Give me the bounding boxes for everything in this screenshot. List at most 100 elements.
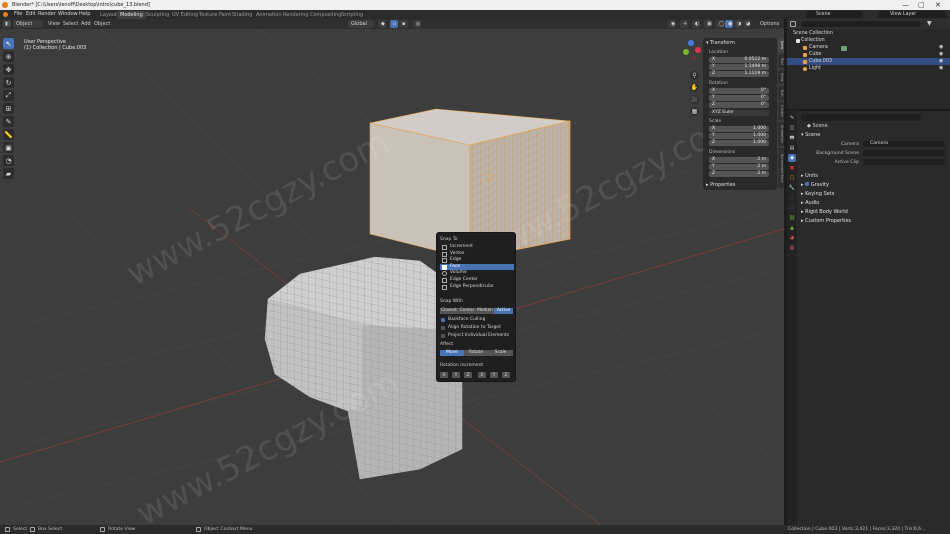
- outliner-item-collection[interactable]: Collection: [787, 37, 950, 44]
- snap-toggle-icon[interactable]: ⌂: [390, 20, 398, 28]
- outliner-scene-collection[interactable]: Scene Collection: [787, 30, 950, 37]
- gizmo-y-axis[interactable]: [683, 49, 689, 55]
- rotate-tool-icon[interactable]: ↻: [3, 77, 14, 88]
- visibility-eye-icon[interactable]: ◉: [939, 58, 943, 65]
- snap-to-edge-perpendicular[interactable]: Edge Perpendicular: [440, 284, 514, 291]
- shading-solid-icon[interactable]: ●: [725, 20, 733, 28]
- constraints-tab-icon[interactable]: ⛓: [788, 214, 796, 222]
- rotation-z-field[interactable]: Z 0°: [709, 102, 769, 108]
- snap-to-edge[interactable]: Edge: [440, 257, 514, 264]
- cursor-tool-icon[interactable]: ⊕: [3, 51, 14, 62]
- affect-rotate[interactable]: Rotate: [464, 350, 488, 356]
- properties-search-input[interactable]: [801, 114, 921, 121]
- visibility-eye-icon[interactable]: ◉: [939, 51, 943, 58]
- visibility-eye-icon[interactable]: ◉: [939, 44, 943, 51]
- minimize-button[interactable]: —: [902, 1, 909, 9]
- filter-icon[interactable]: ▼: [927, 20, 932, 27]
- tab-view[interactable]: View: [778, 70, 784, 84]
- scale-tool-icon[interactable]: ⤢: [3, 90, 14, 101]
- camera-view-icon[interactable]: 🎥: [690, 95, 699, 104]
- workspace-tab-modeling[interactable]: Modeling: [117, 11, 146, 19]
- snap-menu-icon[interactable]: ▪: [399, 20, 408, 28]
- constraint-z-button[interactable]: Z: [464, 372, 472, 378]
- transform-tool-icon[interactable]: ⊞: [3, 103, 14, 114]
- location-z-field[interactable]: Z 1.1119 m: [709, 71, 769, 77]
- maximize-button[interactable]: ▢: [918, 1, 925, 9]
- particles-tab-icon[interactable]: ∴: [788, 194, 796, 202]
- options-dropdown[interactable]: Options: [760, 20, 779, 28]
- outliner-item-camera[interactable]: Camera ◉: [787, 44, 950, 51]
- workspace-tab-sculpting[interactable]: Sculpting: [143, 11, 172, 19]
- rotation-mode-dropdown[interactable]: XYZ Euler: [709, 110, 769, 116]
- pivot-icon[interactable]: ◆: [378, 20, 386, 28]
- modifier-tab-icon[interactable]: 🔧: [788, 184, 796, 192]
- outliner-editor-icon[interactable]: [790, 21, 796, 27]
- spin-tool-icon[interactable]: ◔: [3, 155, 14, 166]
- tab-animation[interactable]: Animation: [778, 122, 784, 146]
- add-cube-tool-icon[interactable]: ▣: [3, 142, 14, 153]
- scene-selector[interactable]: Scene: [806, 11, 862, 18]
- constraint-y-button[interactable]: Y: [452, 372, 460, 378]
- tab-edit[interactable]: Edit: [778, 86, 784, 100]
- transform-section-header[interactable]: ▾ Transform: [706, 40, 735, 46]
- shading-wireframe-icon[interactable]: ◯: [716, 20, 725, 28]
- location-y-field[interactable]: Y 1.1498 m: [709, 64, 769, 70]
- project-individual-checkbox[interactable]: Project Individual Elements: [441, 333, 509, 339]
- menu-select[interactable]: Select: [63, 20, 78, 28]
- scene-tab-icon[interactable]: ◆: [788, 154, 796, 162]
- tool-tab-icon[interactable]: ✎: [788, 114, 796, 122]
- gizmo-x-axis[interactable]: [695, 47, 701, 53]
- rotation-x-field[interactable]: X 0°: [709, 88, 769, 94]
- scale-x-field[interactable]: X 1.000: [709, 126, 769, 132]
- outliner-item-cube[interactable]: Cube ◉: [787, 51, 950, 58]
- shear-tool-icon[interactable]: ▰: [3, 168, 14, 179]
- overlays-icon[interactable]: ◐: [692, 20, 700, 28]
- workspace-tab-shading[interactable]: Shading: [229, 11, 255, 19]
- keying-sets-section-header[interactable]: ▸ Keying Sets: [801, 191, 834, 197]
- visibility-icon[interactable]: ◉: [668, 20, 676, 28]
- gizmo-z-axis[interactable]: [688, 40, 694, 46]
- blender-menu-icon[interactable]: [3, 12, 8, 17]
- affect-scale[interactable]: Scale: [488, 350, 513, 356]
- shading-material-icon[interactable]: ◑: [734, 20, 742, 28]
- snap-to-volume[interactable]: Volume: [440, 270, 514, 277]
- camera-field[interactable]: Camera: [863, 141, 945, 147]
- snap-to-increment[interactable]: Increment: [440, 244, 514, 251]
- constraint-y2-button[interactable]: Y: [490, 372, 498, 378]
- menu-help[interactable]: Help: [76, 11, 93, 18]
- editor-type-icon[interactable]: ◧: [2, 20, 11, 28]
- outliner-search-input[interactable]: [801, 21, 921, 27]
- data-tab-icon[interactable]: ▲: [788, 224, 796, 232]
- snap-to-edge-center[interactable]: Edge Center: [440, 277, 514, 284]
- zoom-icon[interactable]: ⚲: [690, 71, 699, 80]
- shading-rendered-icon[interactable]: ◕: [743, 20, 751, 28]
- annotate-tool-icon[interactable]: ✎: [3, 116, 14, 127]
- workspace-tab-scripting[interactable]: Scripting: [338, 11, 366, 19]
- view-layer-selector[interactable]: View Layer: [878, 11, 946, 18]
- close-button[interactable]: ✕: [935, 1, 941, 9]
- mode-dropdown[interactable]: Object Mode: [13, 20, 43, 35]
- constraint-x-button[interactable]: X: [440, 372, 448, 378]
- tab-item[interactable]: Item: [778, 38, 784, 52]
- dimensions-y-field[interactable]: Y 2 m: [709, 164, 769, 170]
- properties-section-header[interactable]: ▸ Properties: [706, 182, 735, 188]
- render-tab-icon[interactable]: ◫: [788, 124, 796, 132]
- rigid-body-world-section-header[interactable]: ▸ Rigid Body World: [801, 209, 848, 215]
- dimensions-z-field[interactable]: Z 2 m: [709, 171, 769, 177]
- rotation-y-field[interactable]: Y 0°: [709, 95, 769, 101]
- active-clip-field[interactable]: [863, 159, 945, 165]
- menu-view[interactable]: View: [48, 20, 60, 28]
- snap-with-center[interactable]: Center: [458, 308, 476, 314]
- view-layer-tab-icon[interactable]: ▤: [788, 144, 796, 152]
- 3d-viewport[interactable]: www.52cgzy.com www.52cgzy.com www.52cgzy…: [0, 29, 784, 525]
- move-tool-icon[interactable]: ✥: [3, 64, 14, 75]
- snap-with-active[interactable]: Active: [494, 308, 513, 314]
- audio-section-header[interactable]: ▸ Audio: [801, 200, 819, 206]
- grid-view-icon[interactable]: ▦: [690, 107, 699, 116]
- select-box-tool-icon[interactable]: ↖: [3, 38, 14, 49]
- backface-culling-checkbox[interactable]: Backface Culling: [441, 317, 485, 323]
- scene-section-header[interactable]: ▾ Scene: [801, 132, 820, 138]
- tab-create[interactable]: Create: [778, 102, 784, 120]
- navigation-gizmo[interactable]: [680, 40, 702, 66]
- affect-move[interactable]: Move: [440, 350, 464, 356]
